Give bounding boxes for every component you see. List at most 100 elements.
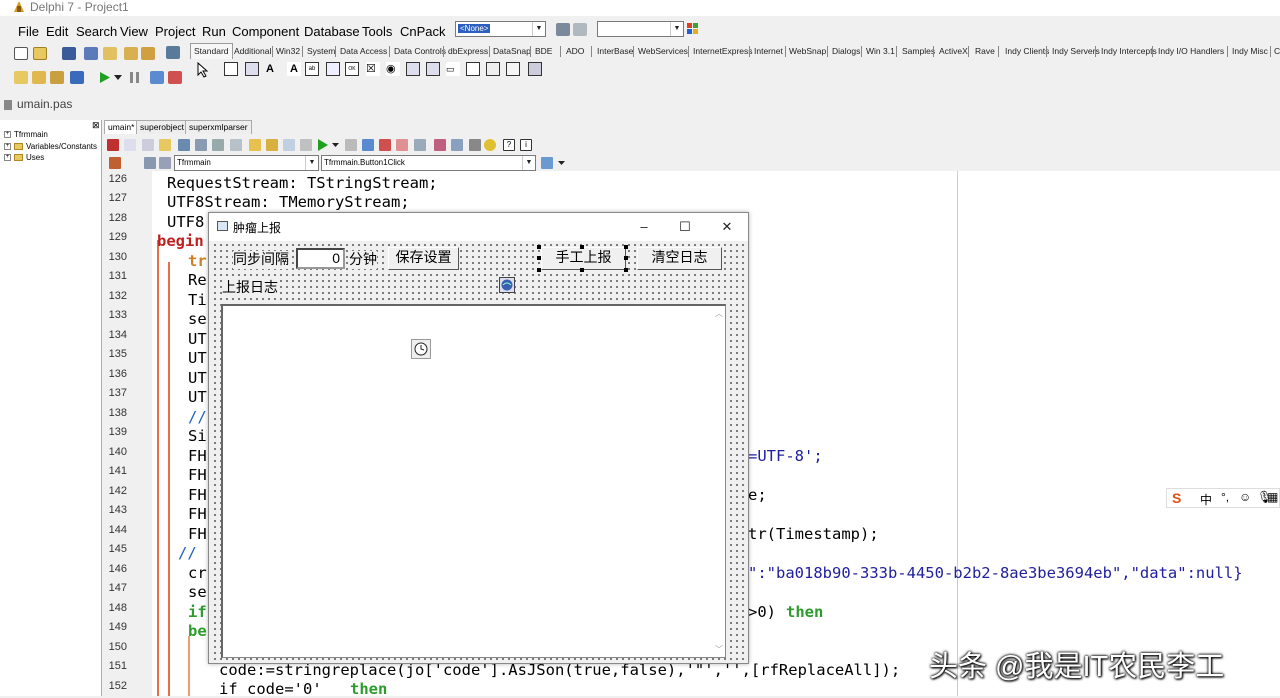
- desk-set-icon[interactable]: [573, 23, 587, 36]
- checkbox-icon[interactable]: ☒: [366, 62, 380, 76]
- palette-tab-standard[interactable]: Standard: [190, 43, 233, 59]
- palette-tab-indy-intercepts[interactable]: Indy Intercepts: [1101, 44, 1157, 59]
- label-a-icon[interactable]: A: [287, 62, 301, 76]
- selection-handle[interactable]: [537, 245, 541, 249]
- form-designer-window[interactable]: 肿瘤上报 – ☐ ✕ 同步间隔 0 分钟 保存设置 手工上报 清空日志 上报日志…: [208, 212, 749, 664]
- manual-report-button[interactable]: 手工上报: [541, 247, 626, 270]
- groupbox-icon[interactable]: [466, 62, 480, 76]
- palette-tab-system[interactable]: System: [307, 44, 335, 59]
- maximize-button[interactable]: ☐: [675, 217, 695, 237]
- pointer-icon[interactable]: [196, 62, 210, 78]
- keyboard-icon[interactable]: ▦: [1267, 490, 1278, 504]
- nav2-icon[interactable]: [159, 157, 171, 169]
- tree-node-tfrmmain[interactable]: + Tfrmmain: [4, 130, 48, 140]
- folder-add-icon[interactable]: [266, 139, 278, 151]
- palette-tab-win32[interactable]: Win32: [276, 44, 300, 59]
- palette-tab-indy-clients[interactable]: Indy Clients: [1005, 44, 1049, 59]
- evaluate-icon[interactable]: [414, 139, 426, 151]
- palette-tab-additional[interactable]: Additional: [234, 44, 271, 59]
- menu-file[interactable]: File: [18, 24, 39, 40]
- palette-tab-win31[interactable]: Win 3.1: [866, 44, 895, 59]
- menu-run[interactable]: Run: [202, 24, 226, 40]
- combobox-icon[interactable]: [426, 62, 440, 76]
- save-icon[interactable]: [62, 47, 76, 60]
- expand-icon[interactable]: +: [4, 143, 11, 151]
- ime-toolbar[interactable]: S 中 °, ☺ 🎙 ▦: [1166, 488, 1280, 508]
- memo-icon[interactable]: [326, 62, 340, 76]
- emoji-icon[interactable]: ☺: [1239, 490, 1251, 504]
- class-icon[interactable]: [109, 157, 121, 169]
- stop-icon[interactable]: [345, 139, 357, 151]
- palette-tab-rave[interactable]: Rave: [975, 44, 995, 59]
- palette-tab-internet[interactable]: Internet: [754, 44, 783, 59]
- nav-icon[interactable]: [144, 157, 156, 169]
- edit-icon[interactable]: ab: [305, 62, 319, 76]
- new-icon[interactable]: [14, 47, 28, 60]
- new-form-icon[interactable]: [70, 71, 84, 84]
- chevron-down-icon[interactable]: [114, 75, 122, 81]
- sogou-icon[interactable]: S: [1172, 490, 1181, 506]
- breakpoint-icon[interactable]: [396, 139, 408, 151]
- cnpack-icon[interactable]: [107, 139, 119, 151]
- run-icon[interactable]: [318, 139, 328, 151]
- add-to-project-icon[interactable]: [124, 47, 138, 60]
- toggle-form-unit-icon[interactable]: [50, 71, 64, 84]
- scroll-down-icon[interactable]: ﹀: [715, 644, 723, 655]
- method-combo[interactable]: Tfrmmain.Button1Click ▼: [321, 155, 536, 171]
- component-combo[interactable]: <None> ▼: [455, 21, 546, 37]
- search-icon[interactable]: [300, 139, 312, 151]
- listbox-icon[interactable]: [406, 62, 420, 76]
- open-file-icon[interactable]: [159, 139, 171, 151]
- palette-tab-bde[interactable]: BDE: [535, 44, 552, 59]
- step-icon[interactable]: [362, 139, 374, 151]
- form-title-bar[interactable]: 肿瘤上报 – ☐ ✕: [209, 213, 748, 241]
- selection-handle[interactable]: [580, 245, 584, 249]
- menu-edit[interactable]: Edit: [46, 24, 68, 40]
- menu-cnpack[interactable]: CnPack: [400, 24, 446, 40]
- dropdown-icon[interactable]: [195, 139, 207, 151]
- selection-handle[interactable]: [537, 268, 541, 272]
- info-icon[interactable]: i: [520, 139, 532, 151]
- popupmenu-icon[interactable]: [245, 62, 259, 76]
- minimize-button[interactable]: –: [634, 217, 654, 237]
- component-list-icon[interactable]: [166, 46, 180, 59]
- expand-icon[interactable]: +: [4, 131, 11, 139]
- radiobutton-icon[interactable]: ◉: [386, 62, 400, 76]
- menu-tools[interactable]: Tools: [362, 24, 392, 40]
- palette-tab-dbexpress[interactable]: dbExpress: [448, 44, 488, 59]
- checklist-icon[interactable]: [283, 139, 295, 151]
- bookmark2-icon[interactable]: [451, 139, 463, 151]
- print-icon[interactable]: [212, 139, 224, 151]
- help-icon[interactable]: ?: [503, 139, 515, 151]
- menu-search[interactable]: Search: [76, 24, 117, 40]
- expand-icon[interactable]: +: [4, 154, 11, 162]
- open-project-icon[interactable]: [103, 47, 117, 60]
- button-icon[interactable]: OK: [345, 62, 359, 76]
- menu-project[interactable]: Project: [155, 24, 195, 40]
- editor-tab-superobject[interactable]: superobject: [136, 120, 188, 134]
- selection-handle[interactable]: [624, 256, 628, 260]
- tree-node-variables[interactable]: + Variables/Constants: [4, 142, 97, 152]
- ime-mode[interactable]: 中: [1200, 491, 1212, 508]
- close-icon[interactable]: ⊠: [92, 120, 100, 131]
- palette-tab-websnap[interactable]: WebSnap: [789, 44, 826, 59]
- selection-handle[interactable]: [580, 268, 584, 272]
- desktop-combo[interactable]: ▼: [597, 21, 684, 37]
- save-all-icon[interactable]: [84, 47, 98, 60]
- paste-icon[interactable]: [142, 139, 154, 151]
- view-unit-icon[interactable]: [14, 71, 28, 84]
- palette-tab-activex[interactable]: ActiveX: [939, 44, 968, 59]
- copy-icon[interactable]: [124, 139, 136, 151]
- palette-tab-samples[interactable]: Samples: [902, 44, 935, 59]
- palette-tab-indy-servers[interactable]: Indy Servers: [1052, 44, 1100, 59]
- palette-tab-webservices[interactable]: WebServices: [638, 44, 688, 59]
- palette-tab-ado[interactable]: ADO: [566, 44, 584, 59]
- run-icon[interactable]: [99, 71, 111, 84]
- desk-save-icon[interactable]: [556, 23, 570, 36]
- idhttp-component-icon[interactable]: [499, 277, 515, 293]
- selection-handle[interactable]: [624, 268, 628, 272]
- radiogroup-icon[interactable]: [486, 62, 500, 76]
- open-icon[interactable]: [33, 47, 47, 60]
- scrollbar-icon[interactable]: ▭: [446, 62, 460, 76]
- file-tab[interactable]: umain.pas: [4, 97, 72, 111]
